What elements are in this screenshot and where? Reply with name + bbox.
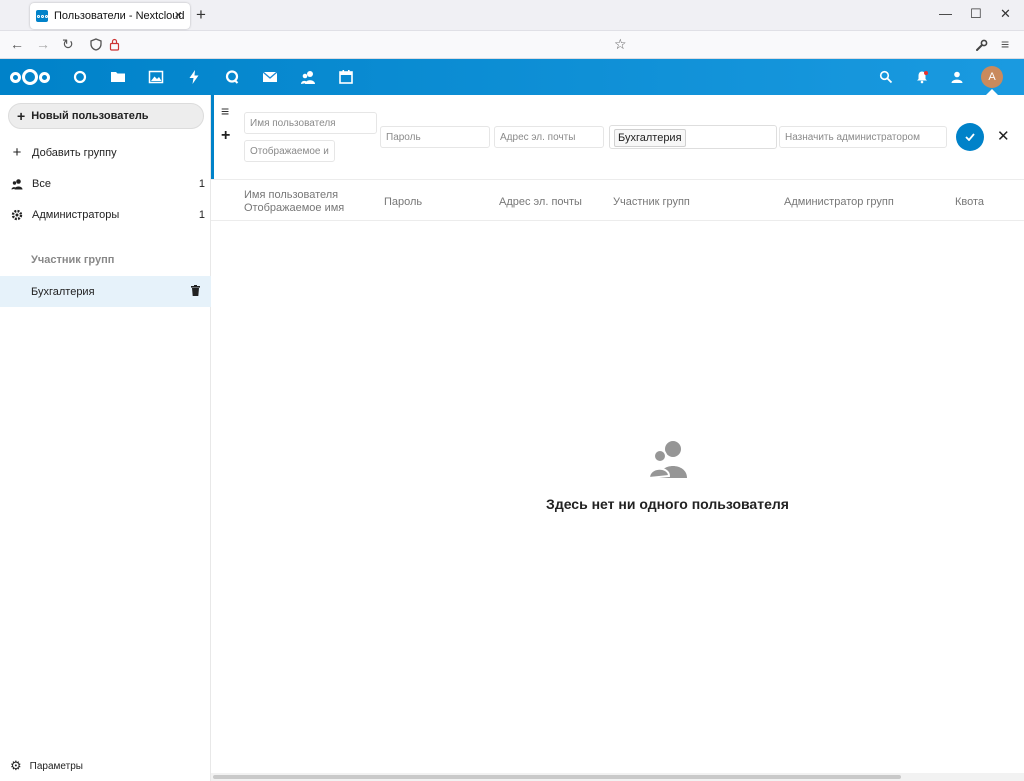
browser-tab[interactable]: Пользователи - Nextcloud ×	[30, 3, 190, 29]
forward-arrow-icon[interactable]: →	[36, 36, 50, 52]
groups-select[interactable]: Бухгалтерия	[609, 125, 777, 149]
connection-info-icon[interactable]	[109, 38, 120, 51]
app-calendar-icon[interactable]	[338, 69, 354, 85]
shield-icon[interactable]	[90, 38, 102, 51]
app-mail-icon[interactable]	[262, 69, 278, 85]
confirm-new-user-button[interactable]	[956, 123, 984, 151]
column-password: Пароль	[384, 196, 423, 208]
users-icon	[11, 178, 23, 189]
sidebar-item-admins[interactable]: Администраторы 1	[0, 199, 211, 230]
sidebar-item-label: Все	[32, 177, 51, 190]
tab-close-icon[interactable]: ×	[174, 7, 182, 22]
user-avatar[interactable]: A	[981, 66, 1003, 88]
app-activity-icon[interactable]	[186, 69, 202, 85]
plus-icon: +	[12, 144, 22, 161]
delete-trash-icon[interactable]	[191, 285, 200, 296]
add-group-button[interactable]: + Добавить группу	[0, 137, 211, 168]
column-username: Имя пользователя	[244, 189, 339, 201]
reload-icon[interactable]: ↻	[62, 36, 74, 52]
app-contacts-icon[interactable]	[300, 69, 316, 85]
sidebar-item-everyone[interactable]: Все 1	[0, 168, 211, 199]
horizontal-scrollbar[interactable]	[211, 773, 1024, 781]
add-icon: +	[221, 127, 231, 144]
nextcloud-logo[interactable]	[10, 69, 50, 85]
password-input[interactable]	[380, 126, 490, 148]
tab-title: Пользователи - Nextcloud	[54, 10, 185, 22]
email-input[interactable]	[494, 126, 604, 148]
sidebar-item-label: Администраторы	[32, 208, 120, 221]
back-arrow-icon[interactable]: ←	[10, 36, 24, 52]
column-groups: Участник групп	[613, 196, 690, 208]
bookmark-star-icon[interactable]: ☆	[614, 36, 627, 52]
app-navigation: + Новый пользователь + Добавить группу В…	[0, 95, 211, 781]
nextcloud-favicon-icon	[36, 10, 48, 22]
browser-tabstrip: Пользователи - Nextcloud × + — ☐ ✕	[0, 0, 1024, 31]
app-talk-icon[interactable]	[224, 69, 240, 85]
new-user-label: Новый пользователь	[31, 110, 149, 122]
minimize-icon[interactable]: —	[939, 6, 952, 21]
scrollbar-thumb[interactable]	[213, 775, 901, 779]
admin-groups-input[interactable]	[779, 126, 947, 148]
username-input[interactable]	[244, 112, 377, 134]
toggle-navigation-icon[interactable]: ≡	[221, 103, 229, 119]
column-admin-groups: Администратор групп	[784, 196, 894, 208]
empty-state-message: Здесь нет ни одного пользователя	[546, 496, 789, 512]
groups-caption: Участник групп	[31, 254, 115, 266]
contacts-menu-icon[interactable]	[950, 70, 964, 84]
column-email: Адрес эл. почты	[499, 196, 582, 208]
app-files-icon[interactable]	[110, 69, 126, 85]
column-displayname: Отображаемое имя	[244, 202, 345, 214]
new-tab-button[interactable]: +	[196, 5, 206, 25]
search-icon[interactable]	[879, 70, 893, 84]
hamburger-menu-icon[interactable]: ≡	[1001, 36, 1009, 52]
group-count: 1	[198, 177, 205, 190]
column-quota: Квота	[955, 196, 985, 208]
users-content: ≡ + Бухгалтерия ✕ Имя пользователя Отобр…	[211, 95, 1024, 781]
displayname-input[interactable]	[244, 140, 335, 162]
app-photos-icon[interactable]	[148, 69, 164, 85]
app-dashboard-icon[interactable]	[72, 69, 88, 85]
settings-gear-icon: ⚙	[10, 758, 22, 773]
empty-users-icon	[647, 441, 687, 480]
maximize-icon[interactable]: ☐	[970, 6, 982, 22]
nextcloud-header	[0, 59, 1024, 95]
group-count: 1	[198, 208, 205, 221]
checkmark-icon	[965, 133, 975, 141]
wrench-icon[interactable]	[975, 39, 988, 52]
new-user-row-indicator	[211, 95, 214, 179]
selected-group-tag[interactable]: Бухгалтерия	[614, 129, 686, 147]
notifications-bell-icon[interactable]	[915, 70, 929, 84]
cancel-new-user-icon[interactable]: ✕	[997, 127, 1010, 145]
new-user-button[interactable]: + Новый пользователь	[8, 103, 204, 129]
admin-gear-icon	[11, 209, 23, 220]
add-group-label: Добавить группу	[32, 146, 117, 159]
settings-button[interactable]: ⚙ Параметры	[0, 751, 211, 781]
sidebar-item-label: Бухгалтерия	[31, 285, 95, 298]
settings-label: Параметры	[29, 760, 83, 772]
browser-navbar: ← → ↻ ☆ ≡	[0, 31, 1024, 59]
plus-icon: +	[17, 108, 26, 124]
users-table-header: Имя пользователя Отображаемое имя Пароль…	[211, 179, 1024, 221]
window-close-icon[interactable]: ✕	[1000, 6, 1011, 22]
sidebar-item-accounting[interactable]: Бухгалтерия	[0, 276, 211, 307]
